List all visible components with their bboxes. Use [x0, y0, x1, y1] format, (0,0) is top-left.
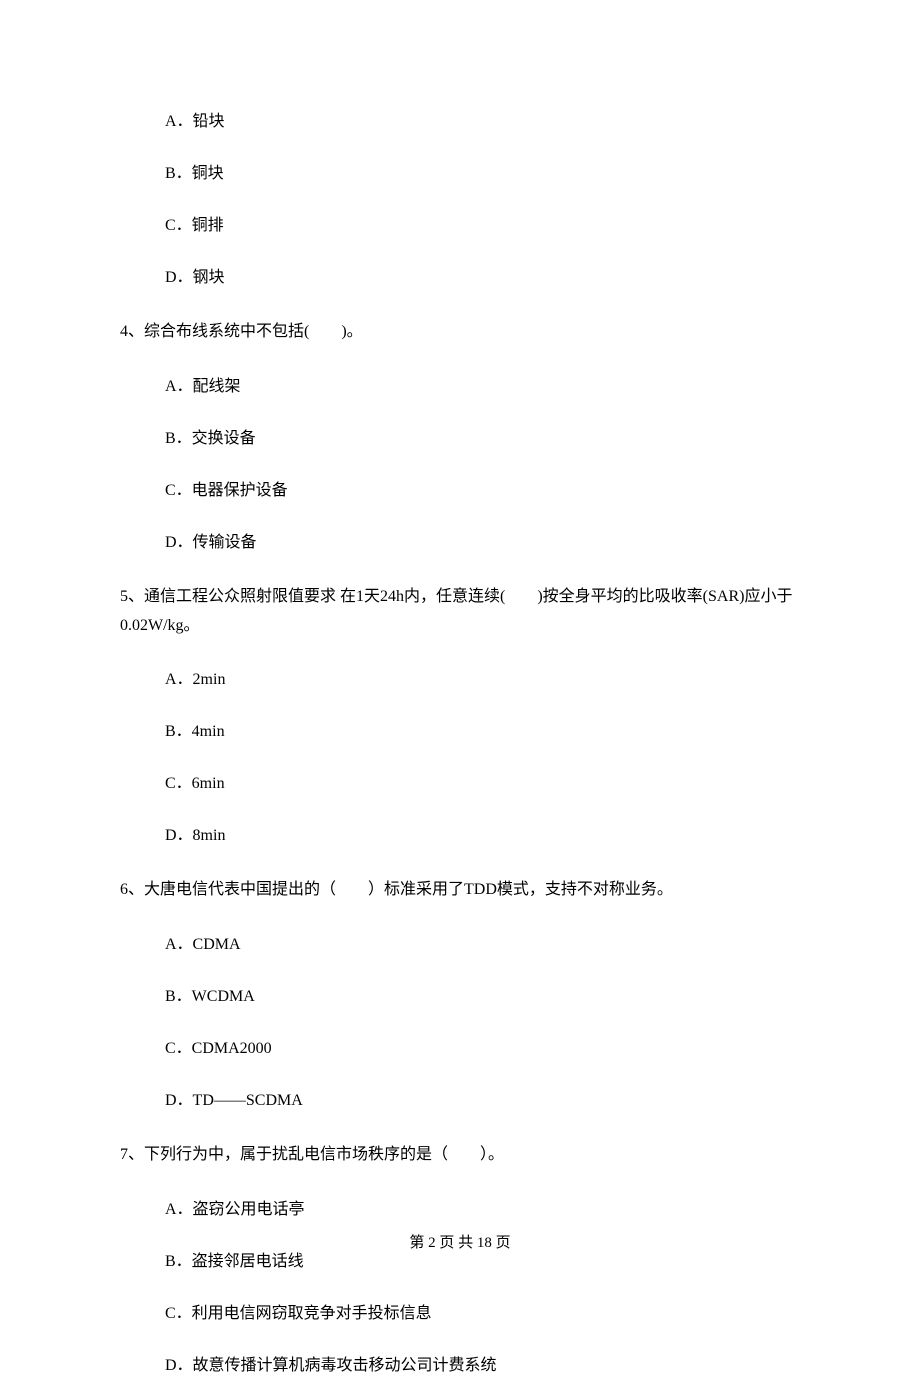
q6-option-a: A．CDMA [120, 933, 800, 957]
q5-option-c: C．6min [120, 772, 800, 796]
q6-text: 6、大唐电信代表中国提出的（ ）标准采用了TDD模式，支持不对称业务。 [120, 876, 800, 905]
q6-option-b: B．WCDMA [120, 985, 800, 1009]
q4-option-d: D．传输设备 [120, 531, 800, 555]
q4-text: 4、综合布线系统中不包括( )。 [120, 318, 800, 347]
q5-option-b: B．4min [120, 720, 800, 744]
q4-option-a: A．配线架 [120, 375, 800, 399]
q4-option-c: C．电器保护设备 [120, 479, 800, 503]
q6-option-d: D．TD——SCDMA [120, 1089, 800, 1113]
q7-option-d: D．故意传播计算机病毒攻击移动公司计费系统 [120, 1354, 800, 1378]
page-content: A．铅块 B．铜块 C．铜排 D．钢块 4、综合布线系统中不包括( )。 A．配… [0, 0, 920, 1378]
q5-text: 5、通信工程公众照射限值要求 在1天24h内，任意连续( )按全身平均的比吸收率… [120, 583, 800, 641]
q3-option-b: B．铜块 [120, 162, 800, 186]
q5-option-d: D．8min [120, 824, 800, 848]
q3-option-a: A．铅块 [120, 110, 800, 134]
q6-option-c: C．CDMA2000 [120, 1037, 800, 1061]
q7-option-b: B．盗接邻居电话线 [120, 1250, 800, 1274]
q7-option-a: A．盗窃公用电话亭 [120, 1198, 800, 1222]
q7-option-c: C．利用电信网窃取竞争对手投标信息 [120, 1302, 800, 1326]
page-footer: 第 2 页 共 18 页 [0, 1231, 920, 1252]
q3-option-d: D．钢块 [120, 266, 800, 290]
q7-text: 7、下列行为中，属于扰乱电信市场秩序的是（ ）。 [120, 1141, 800, 1170]
q4-option-b: B．交换设备 [120, 427, 800, 451]
q3-option-c: C．铜排 [120, 214, 800, 238]
q5-option-a: A．2min [120, 668, 800, 692]
